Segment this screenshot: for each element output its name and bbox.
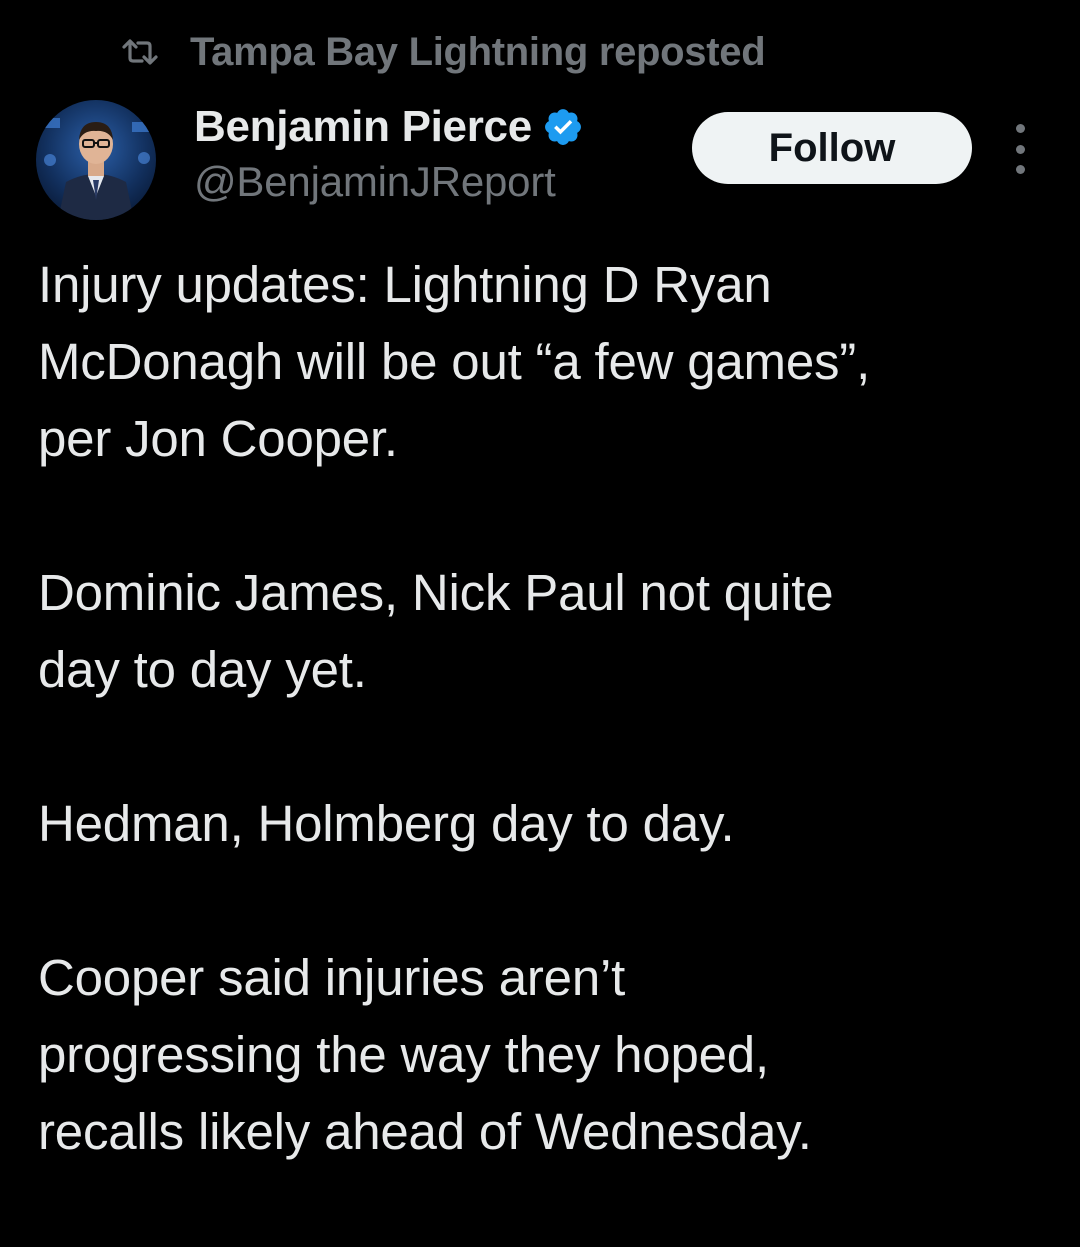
post-line: day to day yet. — [38, 641, 367, 698]
author-handle[interactable]: @BenjaminJReport — [194, 158, 584, 206]
repost-label: Tampa Bay Lightning reposted — [190, 29, 766, 74]
post-line: Injury updates: Lightning D Ryan — [38, 256, 772, 313]
post-line: recalls likely ahead of Wednesday. — [38, 1103, 812, 1160]
author-info[interactable]: Benjamin Pierce @BenjaminJReport — [194, 100, 584, 206]
follow-button[interactable]: Follow — [692, 112, 972, 184]
author-display-name[interactable]: Benjamin Pierce — [194, 102, 532, 152]
repost-icon — [118, 32, 162, 72]
repost-header[interactable]: Tampa Bay Lightning reposted — [118, 26, 766, 78]
post-paragraph: Cooper said injuries aren’t progressing … — [38, 939, 1058, 1170]
post-paragraph: Dominic James, Nick Paul not quite day t… — [38, 554, 1058, 708]
post-text: Injury updates: Lightning D Ryan McDonag… — [38, 246, 1058, 1247]
verified-badge-icon — [542, 106, 584, 148]
post-line: progressing the way they hoped, — [38, 1026, 769, 1083]
post-line: Hedman, Holmberg day to day. — [38, 795, 735, 852]
avatar[interactable] — [36, 100, 156, 220]
post-line: Dominic James, Nick Paul not quite — [38, 564, 834, 621]
more-dot — [1015, 144, 1025, 154]
more-dot — [1015, 124, 1025, 133]
more-dot — [1015, 165, 1025, 174]
more-vertical-icon[interactable] — [1002, 124, 1038, 174]
post-line: per Jon Cooper. — [38, 410, 398, 467]
post-line: Cooper said injuries aren’t — [38, 949, 626, 1006]
post-paragraph: Hedman, Holmberg day to day. — [38, 785, 1058, 862]
post-paragraph: Injury updates: Lightning D Ryan McDonag… — [38, 246, 1058, 477]
post-line: McDonagh will be out “a few games”, — [38, 333, 871, 390]
